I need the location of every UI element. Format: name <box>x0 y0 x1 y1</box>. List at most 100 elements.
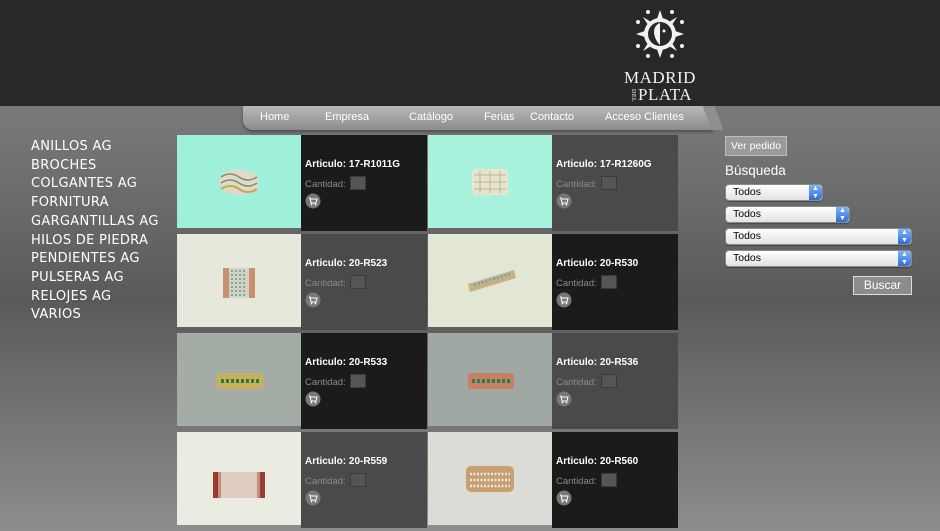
chevron-updown-icon: ▲ ▼ <box>898 229 911 244</box>
ring-image <box>428 234 552 327</box>
product-info: Articulo: 20-R560 Cantidad: <box>552 432 678 528</box>
chevron-updown-icon: ▲ ▼ <box>898 251 911 266</box>
nav-cap <box>702 106 724 130</box>
product-thumbnail[interactable] <box>428 135 552 228</box>
product-thumbnail[interactable] <box>177 333 301 426</box>
product-card: Articulo: 20-R533 Cantidad: <box>177 333 427 429</box>
select-value: Todos <box>733 230 762 242</box>
ring-image <box>177 333 301 426</box>
header: MADRID DEL PLATA <box>0 0 940 106</box>
cart-icon[interactable] <box>305 490 321 506</box>
nav-contacto[interactable]: Contacto <box>530 111 574 123</box>
madrid-del-plata-logo[interactable]: MADRID DEL PLATA <box>624 10 696 105</box>
search-select-3[interactable]: Todos ▲ ▼ <box>725 228 912 245</box>
ring-image <box>428 333 552 426</box>
nav-acceso-clientes[interactable]: Acceso Clientes <box>605 111 684 123</box>
search-select-1[interactable]: Todos ▲ ▼ <box>725 184 823 201</box>
quantity-label: Cantidad: <box>305 179 346 190</box>
category-hilos-de-piedra[interactable]: HILOS DE PIEDRA <box>31 232 159 251</box>
nav-ferias[interactable]: Ferias <box>484 111 515 123</box>
product-info: Articulo: 17-R1260G Cantidad: <box>552 135 678 231</box>
article-code: Articulo: 17-R1260G <box>556 159 652 170</box>
product-thumbnail[interactable] <box>428 432 552 525</box>
product-thumbnail[interactable] <box>177 432 301 525</box>
view-order-button[interactable]: Ver pedido <box>725 136 787 156</box>
quantity-label: Cantidad: <box>305 476 346 487</box>
quantity-input[interactable] <box>601 374 617 388</box>
quantity-label: Cantidad: <box>556 278 597 289</box>
nav-catalogo[interactable]: Catálogo <box>409 111 453 123</box>
product-card: Articulo: 20-R559 Cantidad: <box>177 432 427 528</box>
brand-del: DEL <box>630 88 636 102</box>
product-thumbnail[interactable] <box>177 135 301 228</box>
product-card: Articulo: 20-R530 Cantidad: <box>428 234 678 330</box>
category-colgantes[interactable]: COLGANTES AG <box>31 175 159 194</box>
quantity-label: Cantidad: <box>556 476 597 487</box>
article-code: Articulo: 20-R533 <box>305 357 388 368</box>
nav-home[interactable]: Home <box>260 111 289 123</box>
quantity-input[interactable] <box>350 374 366 388</box>
quantity-input[interactable] <box>601 473 617 487</box>
product-info: Articulo: 20-R533 Cantidad: <box>301 333 427 429</box>
quantity-input[interactable] <box>350 473 366 487</box>
category-fornitura[interactable]: FORNITURA <box>31 194 159 213</box>
product-thumbnail[interactable] <box>428 333 552 426</box>
quantity-label: Cantidad: <box>305 377 346 388</box>
article-code: Articulo: 20-R523 <box>305 258 388 269</box>
quantity-input[interactable] <box>350 176 366 190</box>
article-code: Articulo: 20-R560 <box>556 456 639 467</box>
product-info: Articulo: 20-R536 Cantidad: <box>552 333 678 429</box>
search-title: Búsqueda <box>725 163 786 178</box>
product-info: Articulo: 17-R1011G Cantidad: <box>301 135 427 231</box>
cart-icon[interactable] <box>305 391 321 407</box>
chevron-updown-icon: ▲ ▼ <box>836 207 849 222</box>
quantity-label: Cantidad: <box>556 377 597 388</box>
sun-emblem-icon <box>636 10 684 58</box>
product-card: Articulo: 20-R523 Cantidad: <box>177 234 427 330</box>
quantity-input[interactable] <box>601 275 617 289</box>
category-gargantillas[interactable]: GARGANTILLAS AG <box>31 213 159 232</box>
product-info: Articulo: 20-R530 Cantidad: <box>552 234 678 330</box>
product-thumbnail[interactable] <box>177 234 301 327</box>
category-anillos[interactable]: ANILLOS AG <box>31 138 159 157</box>
product-card: Articulo: 20-R536 Cantidad: <box>428 333 678 429</box>
nav-empresa[interactable]: Empresa <box>325 111 369 123</box>
article-code: Articulo: 20-R530 <box>556 258 639 269</box>
category-broches[interactable]: BROCHES <box>31 157 159 176</box>
chevron-updown-icon: ▲ ▼ <box>809 185 822 200</box>
ring-image <box>177 135 301 228</box>
quantity-label: Cantidad: <box>305 278 346 289</box>
select-value: Todos <box>733 208 762 220</box>
product-thumbnail[interactable] <box>428 234 552 327</box>
ring-image <box>428 432 552 525</box>
category-varios[interactable]: VARIOS <box>31 306 159 325</box>
product-card: Articulo: 17-R1260G Cantidad: <box>428 135 678 231</box>
category-relojes[interactable]: RELOJES AG <box>31 288 159 307</box>
search-button[interactable]: Buscar <box>853 276 912 295</box>
article-code: Articulo: 20-R559 <box>305 456 388 467</box>
category-pendientes[interactable]: PENDIENTES AG <box>31 250 159 269</box>
search-select-4[interactable]: Todos ▲ ▼ <box>725 250 912 267</box>
quantity-input[interactable] <box>350 275 366 289</box>
cart-icon[interactable] <box>556 193 572 209</box>
select-value: Todos <box>733 186 762 198</box>
ring-image <box>428 135 552 228</box>
cart-icon[interactable] <box>305 292 321 308</box>
article-code: Articulo: 17-R1011G <box>305 159 401 170</box>
brand-plata: PLATA <box>638 85 693 105</box>
search-select-2[interactable]: Todos ▲ ▼ <box>725 206 850 223</box>
cart-icon[interactable] <box>556 490 572 506</box>
quantity-label: Cantidad: <box>556 179 597 190</box>
product-card: Articulo: 20-R560 Cantidad: <box>428 432 678 528</box>
quantity-input[interactable] <box>601 176 617 190</box>
ring-image <box>177 432 301 525</box>
product-card: Articulo: 17-R1011G Cantidad: <box>177 135 427 231</box>
select-value: Todos <box>733 252 762 264</box>
cart-icon[interactable] <box>305 193 321 209</box>
category-pulseras[interactable]: PULSERAS AG <box>31 269 159 288</box>
article-code: Articulo: 20-R536 <box>556 357 639 368</box>
product-info: Articulo: 20-R523 Cantidad: <box>301 234 427 330</box>
cart-icon[interactable] <box>556 391 572 407</box>
main-nav: Home Empresa Catálogo Ferias Contacto Ac… <box>243 106 724 130</box>
cart-icon[interactable] <box>556 292 572 308</box>
